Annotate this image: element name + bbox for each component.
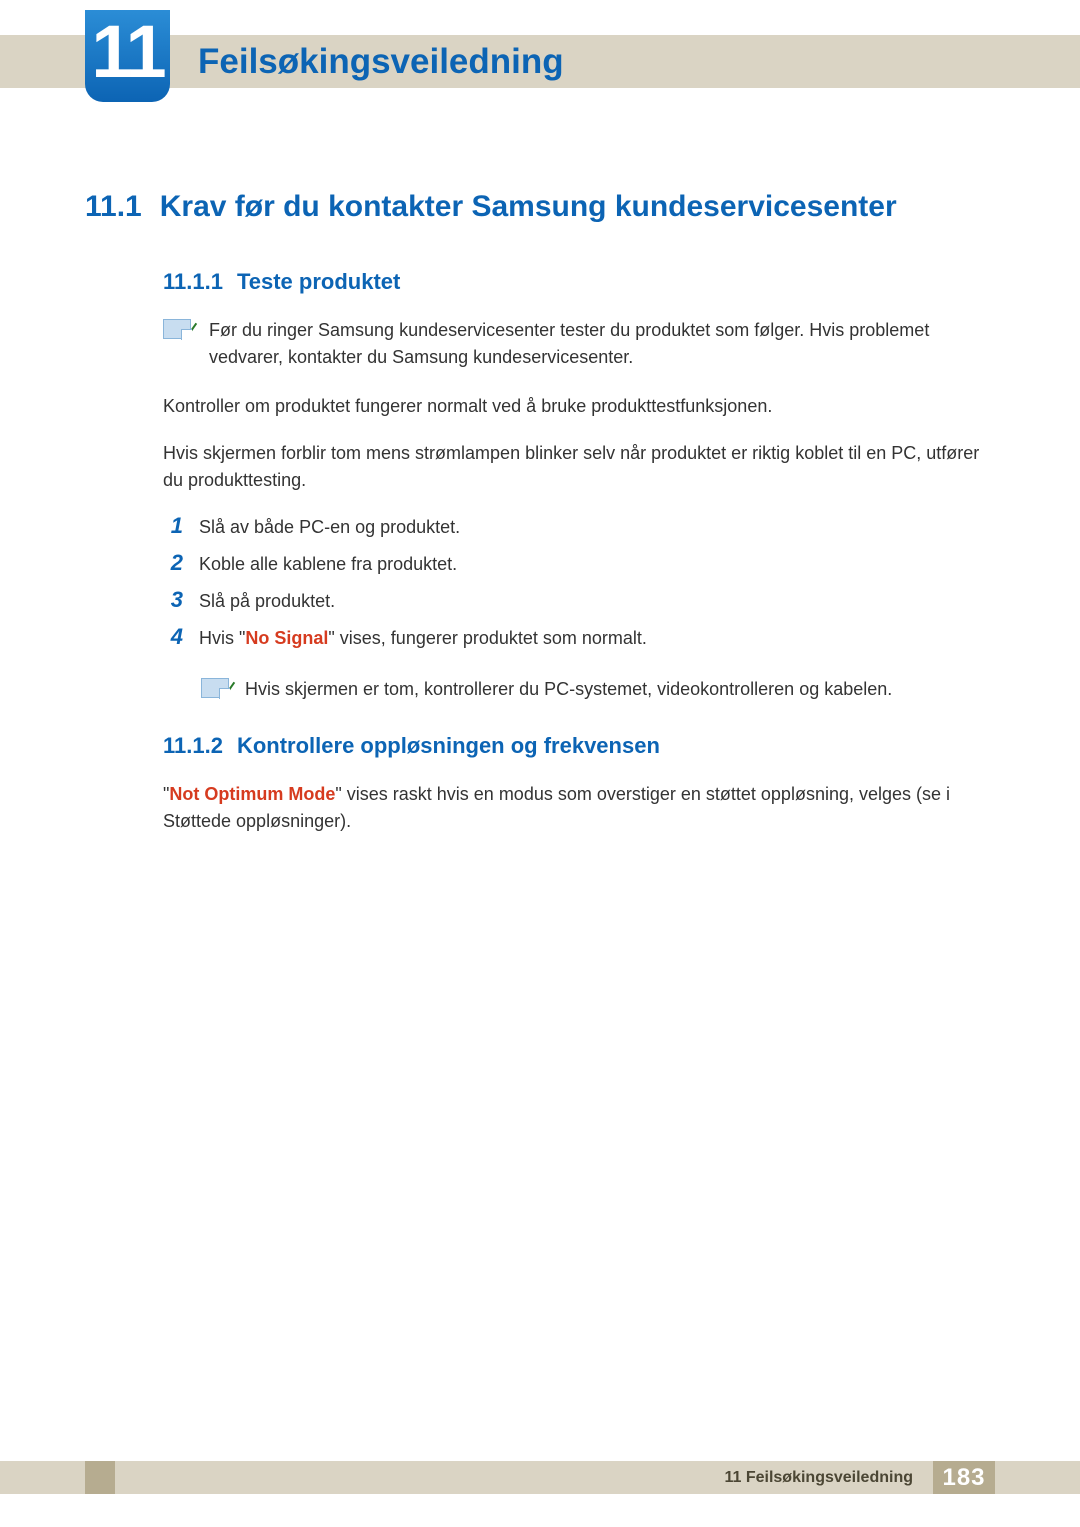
sub-note-text: Hvis skjermen er tom, kontrollerer du PC… xyxy=(245,676,892,703)
subsection-number: 11.1.2 xyxy=(163,733,223,759)
body-paragraph: Hvis skjermen forblir tom mens strømlamp… xyxy=(163,440,995,494)
footer-chapter-label: 11 Feilsøkingsveiledning xyxy=(724,1469,913,1487)
note-icon xyxy=(201,678,229,698)
no-signal-highlight: No Signal xyxy=(245,628,328,648)
sub-note-block: Hvis skjermen er tom, kontrollerer du PC… xyxy=(201,676,995,703)
chapter-number-badge: 11 xyxy=(85,10,170,102)
step-number: 1 xyxy=(163,514,183,538)
chapter-title: Feilsøkingsveiledning xyxy=(198,42,564,82)
step-item: 3 Slå på produktet. xyxy=(163,588,995,615)
not-optimum-highlight: Not Optimum Mode xyxy=(169,784,335,804)
subsection-heading-1: 11.1.1 Teste produktet xyxy=(163,269,995,295)
footer-page-number: 183 xyxy=(942,1464,985,1492)
body-paragraph: "Not Optimum Mode" vises raskt hvis en m… xyxy=(163,781,995,835)
note-icon xyxy=(163,319,191,339)
subsection-number: 11.1.1 xyxy=(163,269,223,295)
section-heading: 11.1 Krav før du kontakter Samsung kunde… xyxy=(85,190,995,224)
footer-bar: 11 Feilsøkingsveiledning 183 xyxy=(0,1461,1080,1494)
section-number: 11.1 xyxy=(85,190,142,224)
step-number: 3 xyxy=(163,588,183,612)
step-item: 4 Hvis "No Signal" vises, fungerer produ… xyxy=(163,625,995,652)
step-text: Slå på produktet. xyxy=(199,588,335,615)
step-item: 1 Slå av både PC-en og produktet. xyxy=(163,514,995,541)
step-suffix: " vises, fungerer produktet som normalt. xyxy=(328,628,647,648)
subsection-title: Teste produktet xyxy=(237,269,400,295)
body-paragraph: Kontroller om produktet fungerer normalt… xyxy=(163,393,995,420)
footer-page-box: 183 xyxy=(933,1461,995,1494)
section-title: Krav før du kontakter Samsung kundeservi… xyxy=(160,190,897,224)
footer-left-tab xyxy=(85,1461,115,1494)
page-content: 11.1 Krav før du kontakter Samsung kunde… xyxy=(85,190,995,835)
step-text: Koble alle kablene fra produktet. xyxy=(199,551,457,578)
steps-list: 1 Slå av både PC-en og produktet. 2 Kobl… xyxy=(163,514,995,652)
step-number: 4 xyxy=(163,625,183,649)
subsection-title: Kontrollere oppløsningen og frekvensen xyxy=(237,733,660,759)
note-block: Før du ringer Samsung kundeservicesenter… xyxy=(163,317,995,371)
step-item: 2 Koble alle kablene fra produktet. xyxy=(163,551,995,578)
step-number: 2 xyxy=(163,551,183,575)
step-text: Hvis "No Signal" vises, fungerer produkt… xyxy=(199,625,647,652)
note-text: Før du ringer Samsung kundeservicesenter… xyxy=(209,317,995,371)
chapter-number: 11 xyxy=(91,15,163,89)
step-prefix: Hvis " xyxy=(199,628,245,648)
subsection-heading-2: 11.1.2 Kontrollere oppløsningen og frekv… xyxy=(163,733,995,759)
step-text: Slå av både PC-en og produktet. xyxy=(199,514,460,541)
